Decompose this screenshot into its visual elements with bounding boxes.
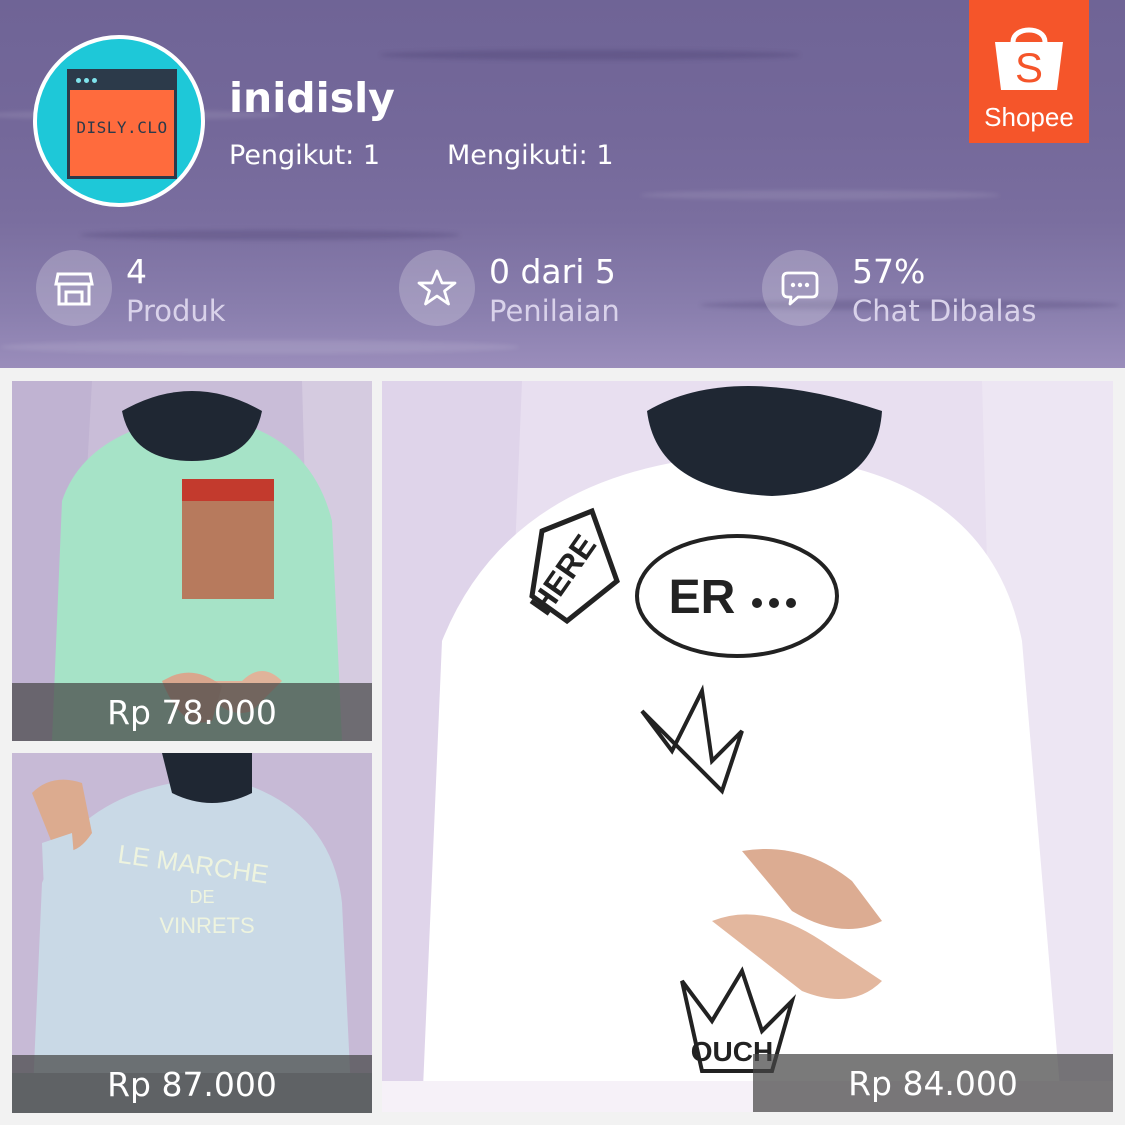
stat-label: Produk <box>126 294 226 328</box>
product-card[interactable]: Rp 78.000 <box>12 381 372 741</box>
sky-streak <box>380 50 800 60</box>
product-card[interactable]: HERE ER OUCH Rp 84.000 <box>382 381 1113 1112</box>
product-image: HERE ER OUCH <box>382 381 1113 1112</box>
sky-streak <box>80 230 460 240</box>
avatar-window-logo: DISLY.CLO <box>67 69 177 179</box>
store-icon <box>36 250 112 326</box>
svg-text:ER: ER <box>669 571 736 624</box>
stat-value: 0 dari 5 <box>489 252 616 291</box>
shop-name: inidisly <box>229 74 395 122</box>
shopee-bag-icon: S <box>995 27 1063 91</box>
chat-icon <box>762 250 838 326</box>
product-price: Rp 78.000 <box>12 683 372 741</box>
followers-count[interactable]: Pengikut: 1 <box>229 140 380 171</box>
stat-value: 4 <box>126 252 147 291</box>
stat-label: Chat Dibalas <box>852 294 1037 328</box>
product-price: Rp 87.000 <box>12 1055 372 1113</box>
stat-value: 57% <box>852 252 926 291</box>
shop-avatar[interactable]: DISLY.CLO <box>33 35 205 207</box>
svg-text:VINRETS: VINRETS <box>159 913 254 938</box>
product-price: Rp 84.000 <box>753 1054 1113 1112</box>
avatar-window-bar <box>70 72 174 90</box>
following-count[interactable]: Mengikuti: 1 <box>447 140 614 171</box>
shop-header: DISLY.CLO inidisly Pengikut: 1 Mengikuti… <box>0 0 1125 368</box>
shopee-brand-text: Shopee <box>984 102 1074 132</box>
svg-text:S: S <box>1015 44 1043 91</box>
product-card[interactable]: LE MARCHE DE VINRETS Rp 87.000 <box>12 753 372 1113</box>
stat-label: Penilaian <box>489 294 620 328</box>
sky-streak <box>0 340 520 354</box>
shopee-logo: S Shopee <box>969 0 1089 143</box>
sky-streak <box>640 190 1000 200</box>
avatar-logo-text: DISLY.CLO <box>76 118 168 137</box>
star-icon <box>399 250 475 326</box>
svg-text:DE: DE <box>189 887 214 907</box>
